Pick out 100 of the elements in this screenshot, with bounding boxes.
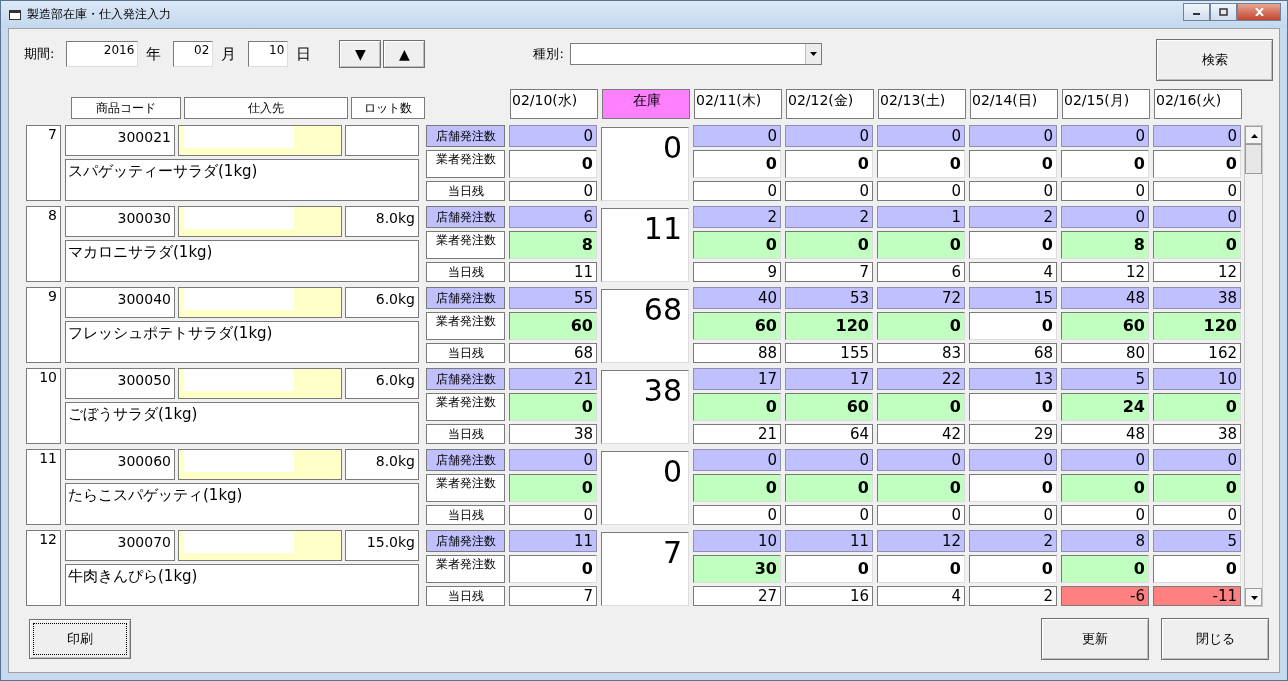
- remaining-cell: 0: [785, 505, 873, 525]
- next-button[interactable]: ▲: [383, 40, 426, 68]
- vendor-order-field[interactable]: 0: [693, 231, 781, 259]
- vendor-order-field[interactable]: 0: [969, 555, 1057, 583]
- vendor-order-field[interactable]: 0: [785, 231, 873, 259]
- vendor-order-field[interactable]: 0: [877, 231, 965, 259]
- vendor-order-field[interactable]: 0: [509, 474, 597, 502]
- scroll-thumb[interactable]: [1245, 144, 1262, 174]
- store-order-cell: 11: [785, 530, 873, 552]
- vendor-order-field[interactable]: 8: [1061, 231, 1149, 259]
- year-field[interactable]: 2016: [66, 41, 139, 67]
- vertical-scrollbar[interactable]: [1244, 125, 1263, 607]
- vendor-order-field[interactable]: 0: [1061, 150, 1149, 178]
- vendor-order-field[interactable]: 0: [969, 150, 1057, 178]
- lot-size-field[interactable]: 6.0kg: [345, 287, 419, 318]
- lot-size-field[interactable]: 6.0kg: [345, 368, 419, 399]
- product-code-field[interactable]: 300070: [65, 530, 175, 561]
- product-name-field[interactable]: スパゲッティーサラダ(1kg): [65, 159, 419, 201]
- close-form-button[interactable]: 閉じる: [1161, 618, 1269, 660]
- vendor-order-field[interactable]: 0: [877, 393, 965, 421]
- vendor-order-field[interactable]: 0: [969, 231, 1057, 259]
- print-button[interactable]: 印刷: [29, 619, 131, 659]
- caret-icon: [809, 52, 817, 56]
- product-code-field[interactable]: 300050: [65, 368, 175, 399]
- vendor-order-field[interactable]: 0: [1153, 393, 1241, 421]
- vendor-order-field[interactable]: 30: [693, 555, 781, 583]
- supplier-field[interactable]: [178, 206, 342, 237]
- product-code-field[interactable]: 300021: [65, 125, 175, 156]
- lot-size-field[interactable]: 8.0kg: [345, 206, 419, 237]
- vendor-order-field[interactable]: 0: [969, 474, 1057, 502]
- vendor-order-field[interactable]: 0: [785, 474, 873, 502]
- vendor-order-field[interactable]: 0: [785, 150, 873, 178]
- vendor-order-field[interactable]: 60: [785, 393, 873, 421]
- product-name-field[interactable]: マカロニサラダ(1kg): [65, 240, 419, 282]
- product-name-field[interactable]: ごぼうサラダ(1kg): [65, 402, 419, 444]
- vendor-order-field[interactable]: 60: [1061, 312, 1149, 340]
- maximize-button[interactable]: [1210, 2, 1237, 21]
- vendor-order-field[interactable]: 24: [1061, 393, 1149, 421]
- scroll-up-icon[interactable]: [1245, 126, 1262, 144]
- vendor-order-field[interactable]: 0: [509, 555, 597, 583]
- category-dropdown[interactable]: [569, 43, 822, 65]
- stock-field[interactable]: 11: [601, 208, 689, 282]
- stock-field[interactable]: 68: [601, 289, 689, 363]
- vendor-order-field[interactable]: 0: [1061, 474, 1149, 502]
- vendor-order-field[interactable]: 60: [693, 312, 781, 340]
- search-button[interactable]: 検索: [1156, 39, 1273, 81]
- vendor-order-field[interactable]: 0: [877, 150, 965, 178]
- row-number: 8: [26, 206, 61, 282]
- supplier-field[interactable]: [178, 125, 342, 156]
- close-button[interactable]: [1237, 2, 1281, 21]
- vendor-order-field[interactable]: 0: [693, 393, 781, 421]
- vendor-order-field[interactable]: 0: [877, 312, 965, 340]
- remaining-cell: 68: [969, 343, 1057, 363]
- vendor-order-field[interactable]: 0: [1153, 555, 1241, 583]
- vendor-order-field[interactable]: 0: [693, 474, 781, 502]
- product-name-field[interactable]: たらこスパゲッティ(1kg): [65, 483, 419, 525]
- minimize-button[interactable]: [1183, 2, 1210, 21]
- lot-size-field[interactable]: 15.0kg: [345, 530, 419, 561]
- vendor-order-field[interactable]: 0: [1153, 474, 1241, 502]
- vendor-order-field[interactable]: 60: [509, 312, 597, 340]
- vendor-order-field[interactable]: 0: [1153, 150, 1241, 178]
- previous-button[interactable]: ▼: [339, 40, 382, 68]
- product-name-field[interactable]: 牛肉きんぴら(1kg): [65, 564, 419, 606]
- product-code-field[interactable]: 300060: [65, 449, 175, 480]
- update-button[interactable]: 更新: [1041, 618, 1149, 660]
- product-code-field[interactable]: 300040: [65, 287, 175, 318]
- stock-field[interactable]: 0: [601, 127, 689, 201]
- month-field[interactable]: 02: [173, 41, 214, 67]
- stock-field[interactable]: 38: [601, 370, 689, 444]
- vendor-order-field[interactable]: 120: [785, 312, 873, 340]
- store-order-cell: 13: [969, 368, 1057, 390]
- product-name-field[interactable]: フレッシュポテトサラダ(1kg): [65, 321, 419, 363]
- vendor-order-field[interactable]: 8: [509, 231, 597, 259]
- vendor-order-field[interactable]: 0: [1153, 231, 1241, 259]
- supplier-field[interactable]: [178, 449, 342, 480]
- vendor-order-field[interactable]: 0: [969, 393, 1057, 421]
- vendor-order-field[interactable]: 0: [509, 150, 597, 178]
- store-order-cell: 10: [1153, 368, 1241, 390]
- row-label: 店舗発注数: [426, 530, 505, 552]
- vendor-order-field[interactable]: 120: [1153, 312, 1241, 340]
- scroll-down-icon[interactable]: [1245, 588, 1262, 606]
- stock-field[interactable]: 0: [601, 451, 689, 525]
- maximize-icon: [1219, 7, 1228, 16]
- vendor-order-field[interactable]: 0: [785, 555, 873, 583]
- day-field[interactable]: 10: [248, 41, 289, 67]
- stock-field[interactable]: 7: [601, 532, 689, 606]
- lot-size-field[interactable]: [345, 125, 419, 156]
- vendor-order-field[interactable]: 0: [509, 393, 597, 421]
- vendor-order-field[interactable]: 0: [877, 474, 965, 502]
- lot-size-field[interactable]: 8.0kg: [345, 449, 419, 480]
- vendor-order-field[interactable]: 0: [693, 150, 781, 178]
- vendor-order-field[interactable]: 0: [877, 555, 965, 583]
- product-code-field[interactable]: 300030: [65, 206, 175, 237]
- remaining-cell: -6: [1061, 586, 1149, 606]
- supplier-field[interactable]: [178, 368, 342, 399]
- supplier-field[interactable]: [178, 530, 342, 561]
- supplier-field[interactable]: [178, 287, 342, 318]
- vendor-order-field[interactable]: 0: [1061, 555, 1149, 583]
- vendor-order-field[interactable]: 0: [969, 312, 1057, 340]
- row-number: 11: [26, 449, 61, 525]
